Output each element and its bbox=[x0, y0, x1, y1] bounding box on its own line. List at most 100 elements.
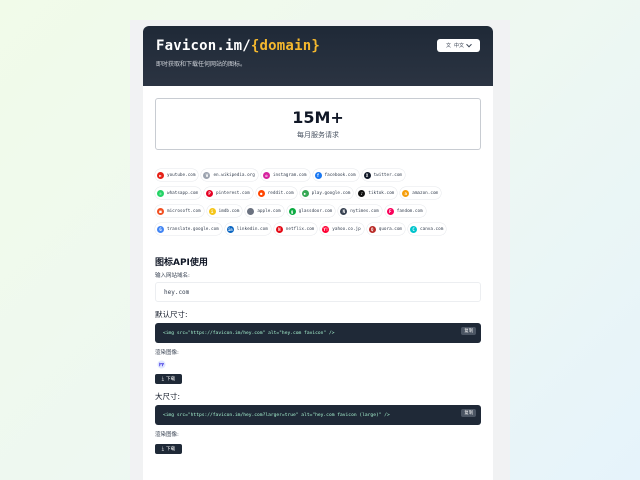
site-favicon-icon: P bbox=[206, 189, 214, 197]
site-name: apple.com bbox=[257, 208, 281, 214]
download-label: 下载 bbox=[166, 447, 176, 452]
site-name: nytimes.com bbox=[350, 208, 379, 214]
site-favicon-icon: W bbox=[203, 171, 211, 179]
site-name: facebook.com bbox=[324, 172, 356, 178]
site-chip[interactable]: ▶ play.google.com bbox=[299, 187, 354, 199]
site-favicon-icon: ● bbox=[257, 189, 265, 197]
copy-button[interactable]: 复制 bbox=[461, 327, 476, 335]
site-chip[interactable]: ● reddit.com bbox=[255, 187, 297, 199]
site-favicon-icon: a bbox=[402, 189, 410, 197]
stat-label: 每月服务请求 bbox=[297, 131, 339, 139]
site-name: glassdoor.com bbox=[298, 208, 333, 214]
site-chip[interactable]: g glassdoor.com bbox=[286, 205, 336, 217]
default-size-label: 默认尺寸: bbox=[155, 310, 188, 319]
site-name: youtube.com bbox=[167, 172, 196, 178]
site-favicon-icon: ◎ bbox=[262, 171, 270, 179]
site-chip[interactable]: Gtranslate.google.com bbox=[155, 223, 222, 235]
site-name: play.google.com bbox=[311, 190, 351, 196]
chevron-down-icon bbox=[466, 41, 472, 47]
site-name: instagram.com bbox=[272, 172, 307, 178]
site-name: yahoo.co.jp bbox=[332, 226, 361, 232]
site-chip[interactable]: Nnetflix.com bbox=[273, 223, 318, 235]
site-name: pinterest.com bbox=[216, 190, 250, 196]
site-title: Favicon.im/{domain} bbox=[156, 38, 320, 54]
site-chip[interactable]: Xtwitter.com bbox=[361, 169, 406, 181]
site-chip[interactable]: ♪ tiktok.com bbox=[356, 187, 398, 199]
site-name: fandom.com bbox=[396, 208, 423, 214]
site-favicon-icon: C bbox=[410, 225, 418, 233]
site-subtitle: 即时获取和下载任何网站的图标。 bbox=[156, 61, 247, 68]
site-name: en.wikipedia.org bbox=[213, 172, 255, 178]
render-label: 渲染图像: bbox=[155, 350, 179, 356]
site-name: quora.com bbox=[378, 226, 403, 232]
site-chip[interactable]: a amazon.com bbox=[400, 187, 442, 199]
site-favicon-icon: ♪ bbox=[358, 189, 366, 197]
download-button-large[interactable]: ⤓ 下载 bbox=[155, 444, 182, 454]
site-favicon-icon: N bbox=[340, 207, 348, 215]
site-row: ▶ youtube.com Wen.wikipedia.org ◎ instagram.… bbox=[155, 169, 485, 181]
site-chip[interactable]: Nnytimes.com bbox=[338, 205, 382, 217]
site-name: reddit.com bbox=[267, 190, 294, 196]
site-favicon-icon: X bbox=[363, 171, 371, 179]
site-favicon-icon: ■ bbox=[157, 207, 164, 215]
site-chip[interactable]: ✆ whatsapp.com bbox=[155, 187, 202, 199]
download-label: 下载 bbox=[166, 377, 176, 382]
site-row: ■ microsoft.com i imdb.com apple.com g glassdo… bbox=[155, 205, 485, 217]
site-row: ✆ whatsapp.com Ppinterest.com ● reddit.com ▶ p… bbox=[155, 187, 485, 199]
site-chip[interactable]: ▶ youtube.com bbox=[155, 169, 199, 181]
stats-box: 15M+ 每月服务请求 bbox=[155, 98, 481, 150]
site-favicon-icon bbox=[247, 207, 255, 215]
download-icon: ⤓ bbox=[161, 446, 164, 452]
site-favicon-icon: f bbox=[314, 171, 322, 179]
site-favicon-icon: F bbox=[386, 207, 394, 215]
site-favicon-icon: in bbox=[226, 225, 234, 233]
site-favicon-icon: N bbox=[275, 225, 283, 233]
site-name: translate.google.com bbox=[167, 226, 219, 232]
site-chip[interactable]: apple.com bbox=[245, 205, 284, 217]
site-chip[interactable]: ■ microsoft.com bbox=[155, 205, 204, 217]
site-chip[interactable]: in linkedin.com bbox=[224, 223, 271, 235]
site-chip[interactable]: ◎ instagram.com bbox=[260, 169, 310, 181]
site-chip[interactable]: Ppinterest.com bbox=[204, 187, 253, 199]
site-chip[interactable]: Qquora.com bbox=[366, 223, 406, 235]
site-name: whatsapp.com bbox=[167, 190, 199, 196]
domain-input-label: 输入网站域名: bbox=[155, 273, 190, 279]
popular-sites: ▶ youtube.com Wen.wikipedia.org ◎ instagram.… bbox=[155, 169, 485, 241]
site-row: Gtranslate.google.com in linkedin.com Nnetf… bbox=[155, 223, 485, 235]
hey-favicon-icon bbox=[157, 360, 166, 369]
site-name: twitter.com bbox=[373, 172, 403, 178]
default-code: <img src="https://favicon.im/hey.com" al… bbox=[163, 330, 335, 336]
copy-button-large[interactable]: 复制 bbox=[461, 409, 476, 417]
domain-input[interactable]: hey.com bbox=[155, 282, 481, 302]
site-name: netflix.com bbox=[285, 226, 315, 232]
site-chip[interactable]: Y! yahoo.co.jp bbox=[320, 223, 364, 235]
site-name: canva.com bbox=[420, 226, 444, 232]
section-title: 图标API使用 bbox=[155, 258, 208, 268]
site-favicon-icon: Y! bbox=[322, 225, 330, 233]
stat-number: 15M+ bbox=[292, 108, 344, 127]
download-button[interactable]: ⤓ 下载 bbox=[155, 374, 182, 384]
language-selector[interactable]: 文 中文 bbox=[437, 39, 480, 52]
site-name: amazon.com bbox=[412, 190, 439, 196]
site-chip[interactable]: Ffandom.com bbox=[384, 205, 426, 217]
site-chip[interactable]: Wen.wikipedia.org bbox=[201, 169, 258, 181]
site-favicon-icon: ▶ bbox=[301, 189, 309, 197]
site-favicon-icon: Q bbox=[368, 225, 376, 233]
site-favicon-icon: G bbox=[157, 225, 164, 233]
site-chip[interactable]: Ccanva.com bbox=[408, 223, 447, 235]
large-size-label: 大尺寸: bbox=[155, 392, 181, 401]
site-chip[interactable]: f facebook.com bbox=[312, 169, 359, 181]
large-code: <img src="https://favicon.im/hey.com?lar… bbox=[163, 412, 390, 418]
site-name: linkedin.com bbox=[236, 226, 268, 232]
site-name: imdb.com bbox=[218, 208, 240, 214]
site-name: tiktok.com bbox=[368, 190, 395, 196]
translate-icon: 文 bbox=[445, 43, 451, 49]
large-code-block: <img src="https://favicon.im/hey.com?lar… bbox=[155, 405, 481, 425]
site-chip[interactable]: i imdb.com bbox=[206, 205, 243, 217]
site-name: microsoft.com bbox=[167, 208, 201, 214]
download-icon: ⤓ bbox=[161, 376, 164, 382]
site-favicon-icon: g bbox=[288, 207, 296, 215]
site-favicon-icon: ▶ bbox=[157, 171, 164, 179]
default-code-block: <img src="https://favicon.im/hey.com" al… bbox=[155, 323, 481, 343]
main-card: Favicon.im/{domain} 即时获取和下载任何网站的图标。 文 中文… bbox=[143, 26, 493, 480]
